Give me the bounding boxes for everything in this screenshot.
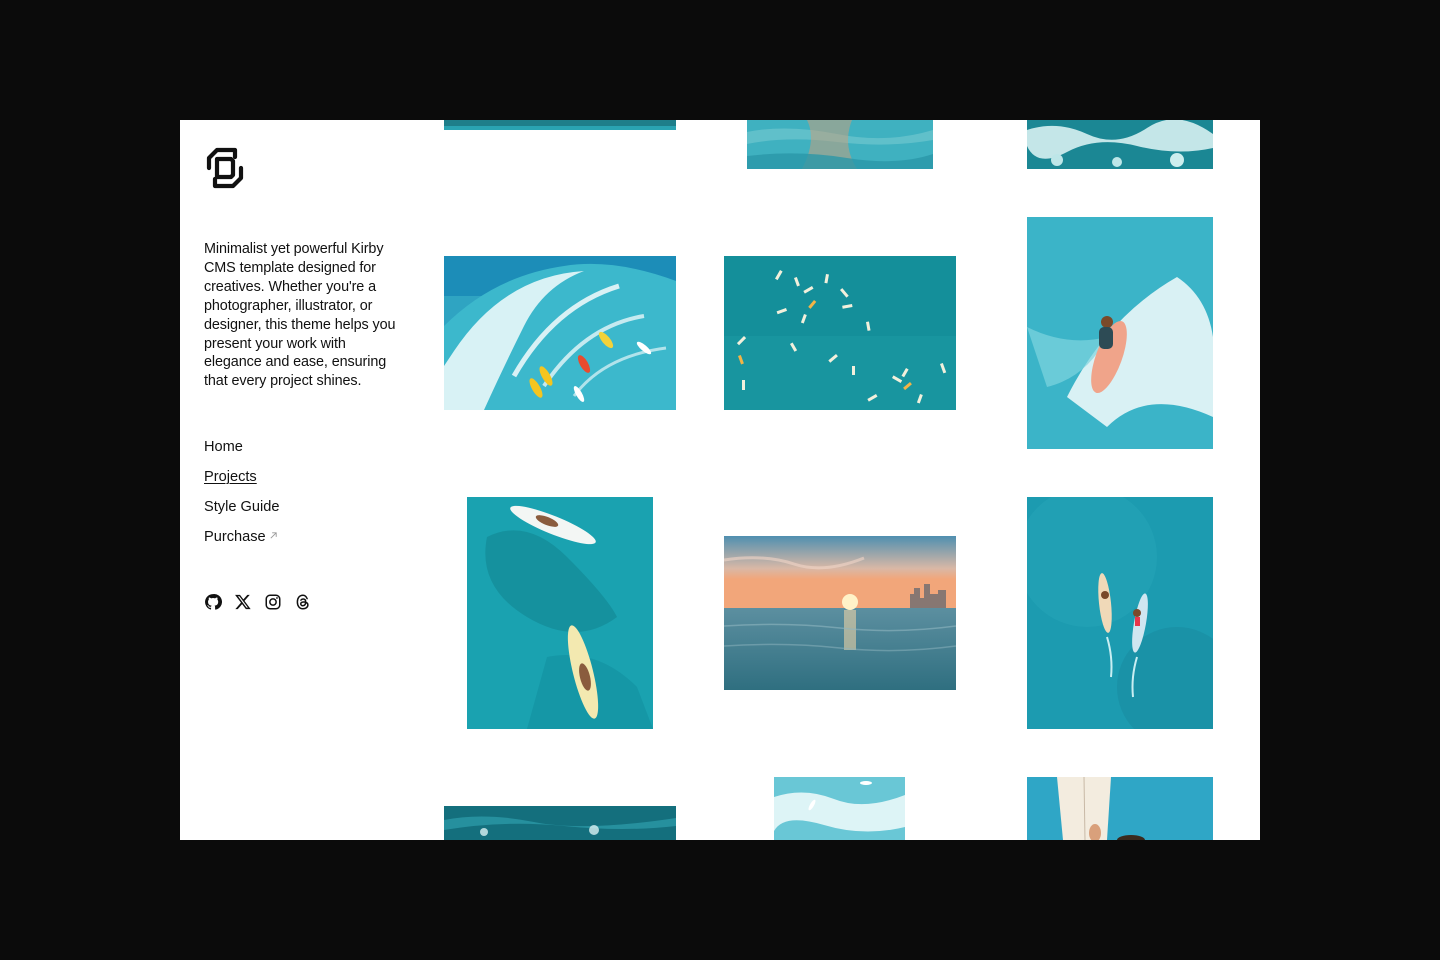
site-tagline: Minimalist yet powerful Kirby CMS templa…: [204, 241, 396, 390]
github-icon[interactable]: [204, 593, 222, 611]
photo-surfers-on-longboards[interactable]: [467, 497, 653, 729]
nav-link-home[interactable]: Home: [204, 439, 243, 455]
photo-surfer-on-pink-board[interactable]: [1027, 217, 1213, 449]
instagram-icon[interactable]: [264, 593, 282, 611]
sidebar: Minimalist yet powerful Kirby CMS templa…: [180, 120, 420, 840]
nav-item-projects: Projects: [204, 467, 279, 497]
photo-shallow-water-ripples-partial[interactable]: [747, 120, 933, 169]
photo-ocean-wave-top-partial[interactable]: [444, 120, 676, 130]
external-link-arrow-icon: [270, 532, 277, 539]
main-navigation: Home Projects Style Guide Purchase: [204, 437, 279, 557]
nav-link-projects[interactable]: Projects: [204, 469, 257, 485]
photo-sunset-over-ocean[interactable]: [724, 536, 956, 690]
threads-icon[interactable]: [294, 593, 312, 611]
nav-item-purchase: Purchase: [204, 527, 279, 557]
nav-link-purchase[interactable]: Purchase: [204, 529, 266, 545]
photo-surfers-aerial-lineup[interactable]: [724, 256, 956, 410]
photo-whitewater-foam-partial[interactable]: [1027, 120, 1213, 169]
photo-whitewater-surfer-partial[interactable]: [774, 777, 905, 840]
social-links: [204, 593, 312, 611]
x-icon[interactable]: [234, 593, 252, 611]
browser-viewport: Minimalist yet powerful Kirby CMS templa…: [180, 120, 1260, 840]
photo-ocean-waves-bottom-partial[interactable]: [444, 806, 676, 840]
nav-link-style-guide[interactable]: Style Guide: [204, 499, 279, 515]
nav-item-home: Home: [204, 437, 279, 467]
photo-surfers-paddling-aerial[interactable]: [1027, 497, 1213, 729]
brand-logo-icon[interactable]: [203, 146, 247, 190]
nav-item-style-guide: Style Guide: [204, 497, 279, 527]
photo-surfers-riding-wave[interactable]: [444, 256, 676, 410]
photo-surfboard-closeup-partial[interactable]: [1027, 777, 1213, 840]
